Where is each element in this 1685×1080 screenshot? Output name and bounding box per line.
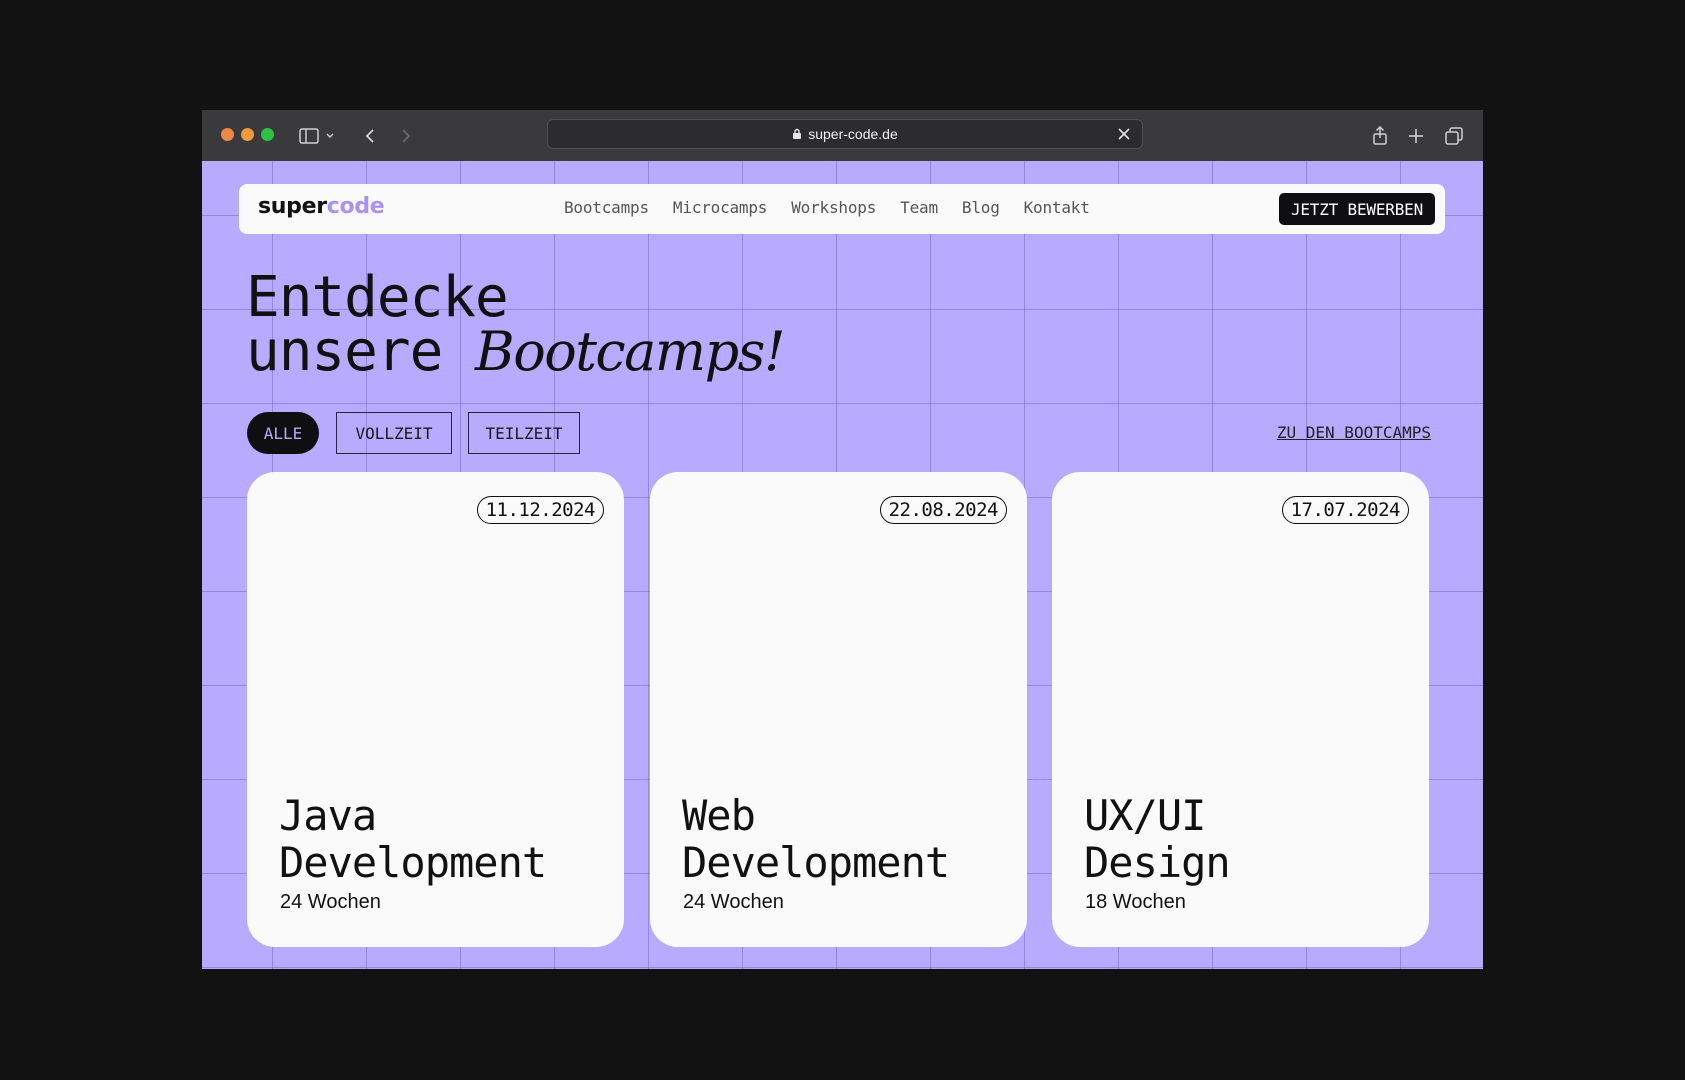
filter-parttime-button[interactable]: TEILZEIT — [468, 412, 580, 454]
nav-link-bootcamps[interactable]: Bootcamps — [564, 198, 649, 217]
start-date-badge: 22.08.2024 — [879, 496, 1007, 524]
logo-part-code: code — [326, 194, 385, 219]
logo-part-super: super — [258, 194, 327, 219]
all-bootcamps-link[interactable]: ZU DEN BOOTCAMPS — [1277, 423, 1431, 442]
filter-fulltime-button[interactable]: VOLLZEIT — [336, 412, 452, 454]
share-icon[interactable] — [1368, 124, 1392, 148]
title-line-2: unsere — [246, 319, 476, 384]
forward-icon[interactable] — [394, 124, 418, 148]
page-content: supercode Bootcamps Microcamps Workshops… — [202, 161, 1483, 969]
card-title: UX/UI Design — [1084, 791, 1231, 887]
card-title-line-1: Web — [682, 791, 756, 840]
browser-toolbar: super-code.de — [202, 110, 1483, 162]
close-icon[interactable] — [1116, 126, 1132, 142]
close-window-button[interactable] — [221, 128, 234, 141]
card-title-line-1: UX/UI — [1084, 791, 1206, 840]
tab-overview-icon[interactable] — [1442, 124, 1466, 148]
minimize-window-button[interactable] — [241, 128, 254, 141]
nav-link-team[interactable]: Team — [900, 198, 938, 217]
url-text: super-code.de — [808, 126, 898, 142]
nav-link-microcamps[interactable]: Microcamps — [673, 198, 768, 217]
card-title-line-1: Java — [279, 791, 377, 840]
back-icon[interactable] — [358, 124, 382, 148]
bootcamp-card-java[interactable]: 11.12.2024 Java Development 24 Wochen — [247, 472, 624, 947]
page-title: Entdecke unsere Bootcamps! — [246, 270, 786, 380]
chevron-down-icon[interactable] — [323, 124, 337, 148]
nav-link-kontakt[interactable]: Kontakt — [1024, 198, 1090, 217]
address-bar[interactable]: super-code.de — [547, 119, 1143, 149]
start-date-badge: 11.12.2024 — [476, 496, 604, 524]
browser-window: super-code.de supercode Bootcamps Microc… — [202, 110, 1483, 969]
nav-link-workshops[interactable]: Workshops — [791, 198, 876, 217]
title-italic: Bootcamps! — [475, 320, 786, 383]
card-duration: 18 Wochen — [1085, 891, 1186, 913]
lock-icon — [792, 128, 802, 140]
start-date-badge: 17.07.2024 — [1281, 496, 1409, 524]
card-duration: 24 Wochen — [280, 891, 381, 913]
card-title-line-2: Development — [279, 838, 547, 887]
card-title-line-2: Development — [682, 838, 950, 887]
bootcamp-card-uxui[interactable]: 17.07.2024 UX/UI Design 18 Wochen — [1052, 472, 1429, 947]
bootcamp-card-web[interactable]: 22.08.2024 Web Development 24 Wochen — [650, 472, 1027, 947]
site-navbar: supercode Bootcamps Microcamps Workshops… — [239, 184, 1445, 234]
new-tab-icon[interactable] — [1404, 124, 1428, 148]
sidebar-icon[interactable] — [297, 124, 321, 148]
card-title: Java Development — [279, 791, 547, 887]
nav-link-blog[interactable]: Blog — [962, 198, 1000, 217]
apply-now-button[interactable]: JETZT BEWERBEN — [1278, 193, 1435, 225]
main-menu: Bootcamps Microcamps Workshops Team Blog… — [564, 198, 1090, 217]
card-title-line-2: Design — [1084, 838, 1231, 887]
filter-all-button[interactable]: ALLE — [247, 412, 319, 454]
card-title: Web Development — [682, 791, 950, 887]
maximize-window-button[interactable] — [261, 128, 274, 141]
supercode-logo[interactable]: supercode — [258, 194, 385, 219]
card-duration: 24 Wochen — [683, 891, 784, 913]
